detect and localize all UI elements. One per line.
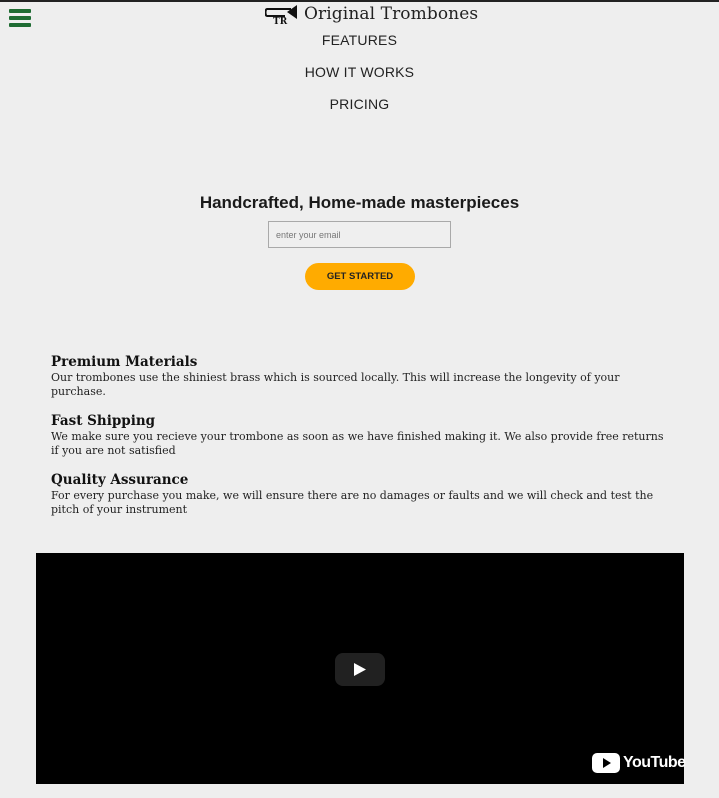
feature-title: Quality Assurance — [51, 472, 189, 488]
feature-text: We make sure you recieve your trombone a… — [51, 430, 664, 457]
youtube-logo[interactable]: YouTube — [592, 752, 686, 774]
hamburger-menu-icon[interactable] — [9, 9, 31, 27]
video-player[interactable]: YouTube — [36, 553, 686, 784]
feature-item: Quality Assurance For every purchase you… — [51, 471, 671, 517]
brand-name: Original Trombones — [304, 4, 479, 24]
nav-link-features[interactable]: FEATURES — [0, 32, 719, 48]
svg-text:TR: TR — [273, 17, 288, 25]
feature-item: Premium Materials Our trombones use the … — [51, 353, 671, 399]
hero-title: Handcrafted, Home-made masterpieces — [199, 193, 520, 212]
email-input[interactable] — [268, 221, 451, 248]
feature-text: Our trombones use the shiniest brass whi… — [51, 371, 620, 398]
feature-item: Fast Shipping We make sure you recieve y… — [51, 412, 671, 458]
feature-text: For every purchase you make, we will ens… — [51, 489, 654, 516]
feature-title: Premium Materials — [51, 354, 198, 370]
play-icon — [354, 663, 366, 676]
youtube-logo-icon — [592, 753, 620, 773]
play-button[interactable] — [335, 653, 385, 686]
youtube-label: YouTube — [623, 754, 686, 771]
brand-logo[interactable]: TR Original Trombones — [265, 2, 479, 26]
features-section: Premium Materials Our trombones use the … — [51, 353, 671, 530]
nav-link-how-it-works[interactable]: HOW IT WORKS — [0, 64, 719, 80]
get-started-button[interactable]: GET STARTED — [305, 263, 415, 290]
trombone-logo-icon: TR — [265, 5, 297, 25]
nav-link-pricing[interactable]: PRICING — [0, 96, 719, 112]
feature-title: Fast Shipping — [51, 413, 156, 429]
